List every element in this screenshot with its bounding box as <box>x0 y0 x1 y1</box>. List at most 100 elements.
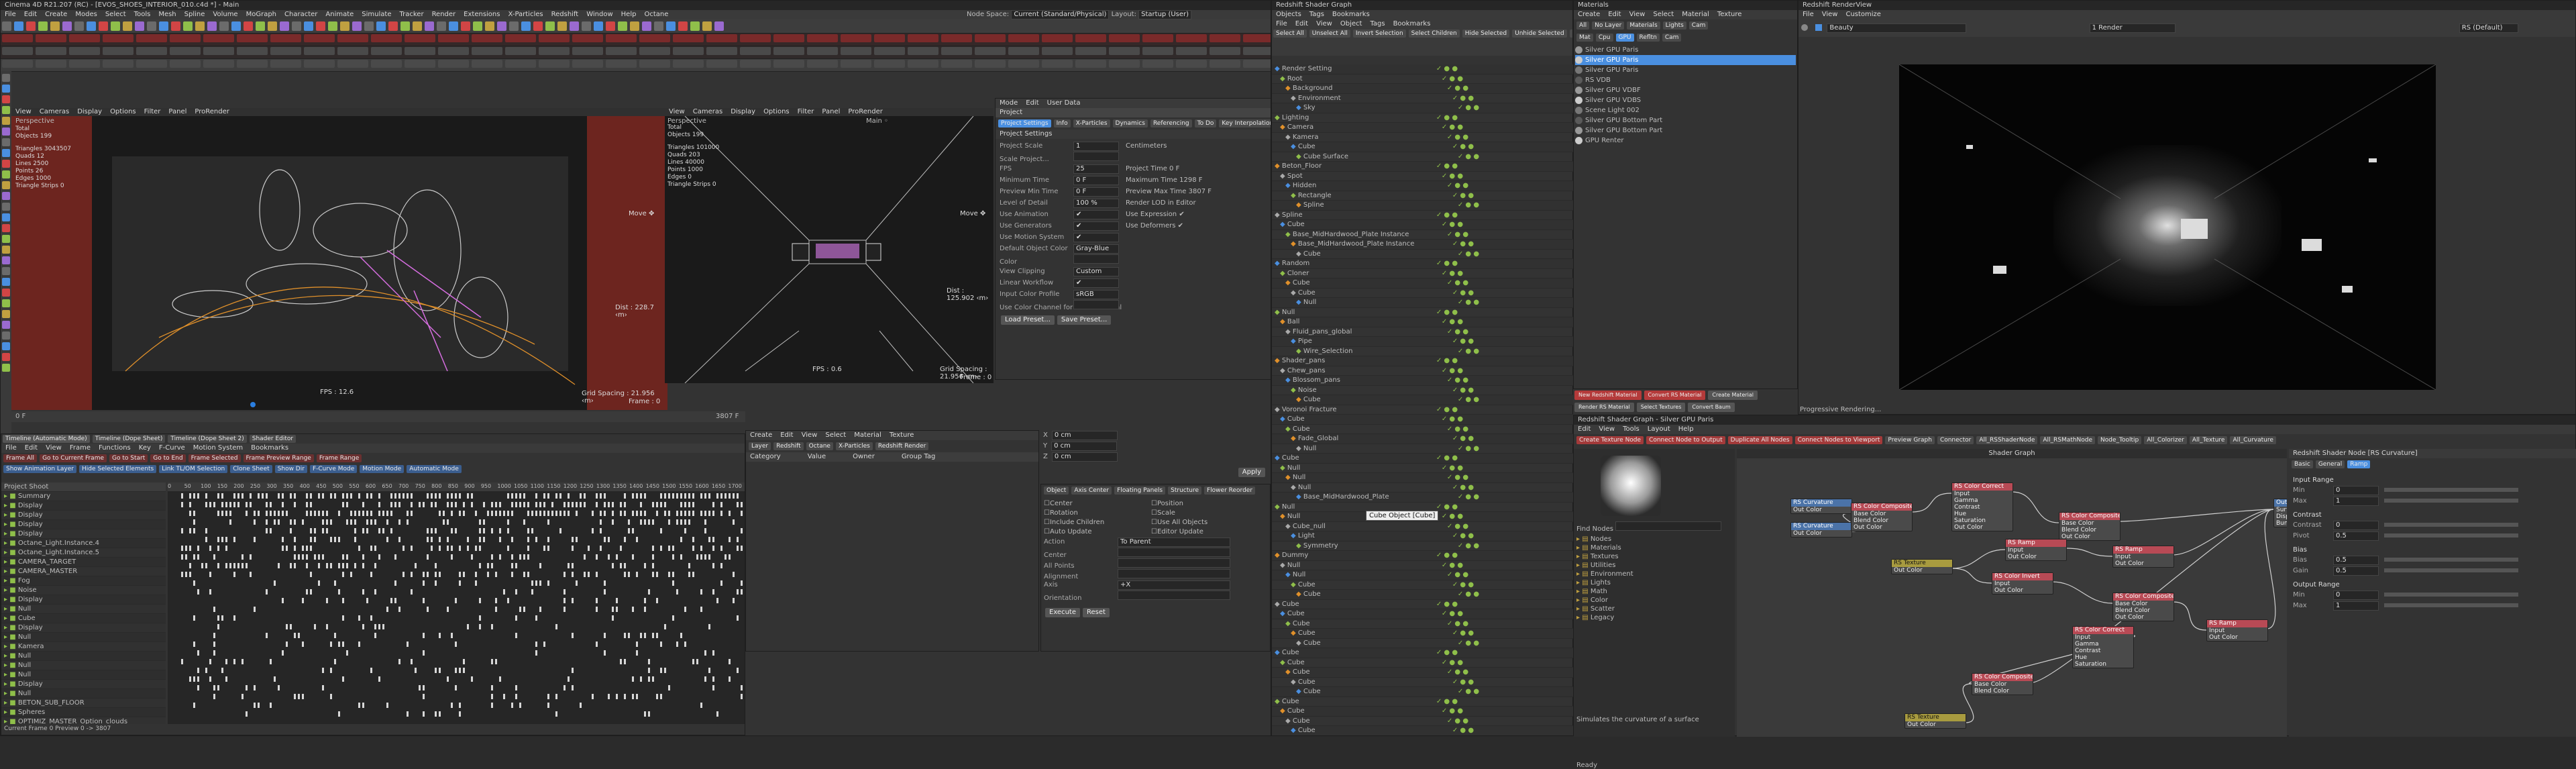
keyframe[interactable] <box>600 493 602 499</box>
node-tree-item[interactable]: ▸ ▤ Color <box>1576 596 1732 605</box>
keyframe[interactable] <box>354 563 356 568</box>
plugin-shortcut[interactable] <box>36 60 66 68</box>
keyframe[interactable] <box>507 528 509 533</box>
keyframe[interactable] <box>543 493 545 499</box>
keyframe[interactable] <box>370 511 372 516</box>
om-object-row[interactable]: ◆ Lighting ✓ ● ● <box>1272 113 1574 123</box>
keyframe[interactable] <box>254 519 256 525</box>
axis-field-value[interactable]: To Parent <box>1118 537 1230 547</box>
plugin-shortcut[interactable] <box>1075 34 1106 42</box>
viewport-left-menu-item[interactable]: Display <box>77 108 102 115</box>
keyframe[interactable] <box>616 598 618 603</box>
om-object-row[interactable]: ◆ Cube ✓ ● ● <box>1272 619 1574 629</box>
shader-node[interactable]: RS Color Correct Input Gamma Contrast Hue Sat… <box>1951 482 2013 531</box>
keyframe[interactable] <box>447 546 449 551</box>
keyframe[interactable] <box>354 528 356 533</box>
tool-icon[interactable] <box>256 21 265 31</box>
keyframe[interactable] <box>439 511 441 516</box>
keyframe[interactable] <box>221 537 223 542</box>
keyframe[interactable] <box>660 694 662 699</box>
keyframe[interactable] <box>483 528 485 533</box>
keyframe[interactable] <box>411 589 413 595</box>
timeline-track[interactable]: ▸ ■ Display <box>1 520 166 529</box>
keyframe[interactable] <box>692 502 694 507</box>
keyframe[interactable] <box>189 572 191 577</box>
plugin-shortcut[interactable] <box>170 34 201 42</box>
keyframe[interactable] <box>539 607 541 612</box>
rs-mat-item[interactable]: GPU Renter <box>1575 136 1796 146</box>
axis-checkbox-row[interactable]: ☐Scale <box>1151 509 1258 518</box>
keyframe[interactable] <box>270 659 272 664</box>
tool-icon[interactable] <box>618 21 627 31</box>
props-value[interactable]: 0.5 <box>2333 556 2379 565</box>
keyframe[interactable] <box>632 676 634 682</box>
tool-icon[interactable] <box>654 21 663 31</box>
plugin-shortcut[interactable] <box>639 47 670 55</box>
keyframe[interactable] <box>564 589 566 595</box>
rs-mat-menu-item[interactable]: Create <box>1578 11 1600 18</box>
keyframe[interactable] <box>310 493 312 499</box>
mode-icon[interactable] <box>2 353 10 361</box>
keyframe[interactable] <box>258 511 260 516</box>
keyframe[interactable] <box>535 511 537 516</box>
keyframe[interactable] <box>431 502 433 507</box>
keyframe[interactable] <box>737 493 739 499</box>
keyframe[interactable] <box>636 537 638 542</box>
keyframe[interactable] <box>644 493 646 499</box>
keyframe[interactable] <box>225 563 227 568</box>
viewport-right-menu-item[interactable]: Display <box>731 108 755 115</box>
keyframe[interactable] <box>382 528 384 533</box>
keyframe[interactable] <box>254 537 256 542</box>
node-tree-item[interactable]: ▸ ▤ Math <box>1576 587 1732 596</box>
rs-mat-filter[interactable]: GPU <box>1615 34 1634 42</box>
timeline-track[interactable]: ▸ ■ Octane_Light.Instance.5 <box>1 548 166 558</box>
keyframe[interactable] <box>241 659 244 664</box>
keyframe[interactable] <box>338 642 340 647</box>
renderview-menu-item[interactable]: Customize <box>1845 11 1881 18</box>
keyframe[interactable] <box>640 633 642 638</box>
keyframe[interactable] <box>250 502 252 507</box>
keyframe[interactable] <box>362 563 364 568</box>
om-object-row[interactable]: ◆ Cube ✓ ● ● <box>1272 639 1574 648</box>
keyframe[interactable] <box>338 589 340 595</box>
plugin-shortcut[interactable] <box>639 60 670 68</box>
keyframe[interactable] <box>471 502 473 507</box>
keyframe[interactable] <box>664 624 666 629</box>
keyframe[interactable] <box>467 546 469 551</box>
om-menu-item[interactable]: File <box>1276 20 1287 28</box>
keyframe[interactable] <box>628 528 630 533</box>
keyframe[interactable] <box>700 493 702 499</box>
keyframe[interactable] <box>451 703 453 708</box>
timeline-tab[interactable]: Timeline (Dope Sheet) <box>92 435 166 443</box>
keyframe[interactable] <box>491 554 493 560</box>
keyframe[interactable] <box>539 502 541 507</box>
keyframe[interactable] <box>733 493 735 499</box>
timeline-track[interactable]: ▸ ■ Display <box>1 595 166 605</box>
tool-icon[interactable] <box>606 21 615 31</box>
keyframe[interactable] <box>386 537 388 542</box>
keyframe[interactable] <box>692 572 694 577</box>
plugin-shortcut[interactable] <box>874 47 905 55</box>
om-object-row[interactable]: ◆ Cube ✓ ● ● <box>1272 726 1574 735</box>
viewport-right-menu-item[interactable]: Panel <box>822 108 840 115</box>
plugin-shortcut[interactable] <box>69 47 100 55</box>
plugin-shortcut[interactable] <box>1008 34 1039 42</box>
keyframe[interactable] <box>229 519 231 525</box>
plugin-shortcut[interactable] <box>136 34 167 42</box>
om-object-row[interactable]: ◆ Shader_pans ✓ ● ● <box>1272 356 1574 366</box>
keyframe[interactable] <box>318 493 320 499</box>
keyframe[interactable] <box>237 563 239 568</box>
om-object-row[interactable]: ◆ Cube ✓ ● ● <box>1272 600 1574 609</box>
keyframe[interactable] <box>511 563 513 568</box>
tool-icon[interactable] <box>364 21 374 31</box>
keyframe[interactable] <box>378 624 380 629</box>
keyframe[interactable] <box>378 554 380 560</box>
keyframe[interactable] <box>213 650 215 656</box>
shader-node[interactable]: RS Ramp Input Out Color <box>2112 546 2174 568</box>
keyframe[interactable] <box>427 607 429 612</box>
mode-icon[interactable] <box>2 74 10 82</box>
keyframe[interactable] <box>700 511 702 516</box>
keyframe[interactable] <box>680 554 682 560</box>
keyframe[interactable] <box>523 554 525 560</box>
keyframe[interactable] <box>229 511 231 516</box>
